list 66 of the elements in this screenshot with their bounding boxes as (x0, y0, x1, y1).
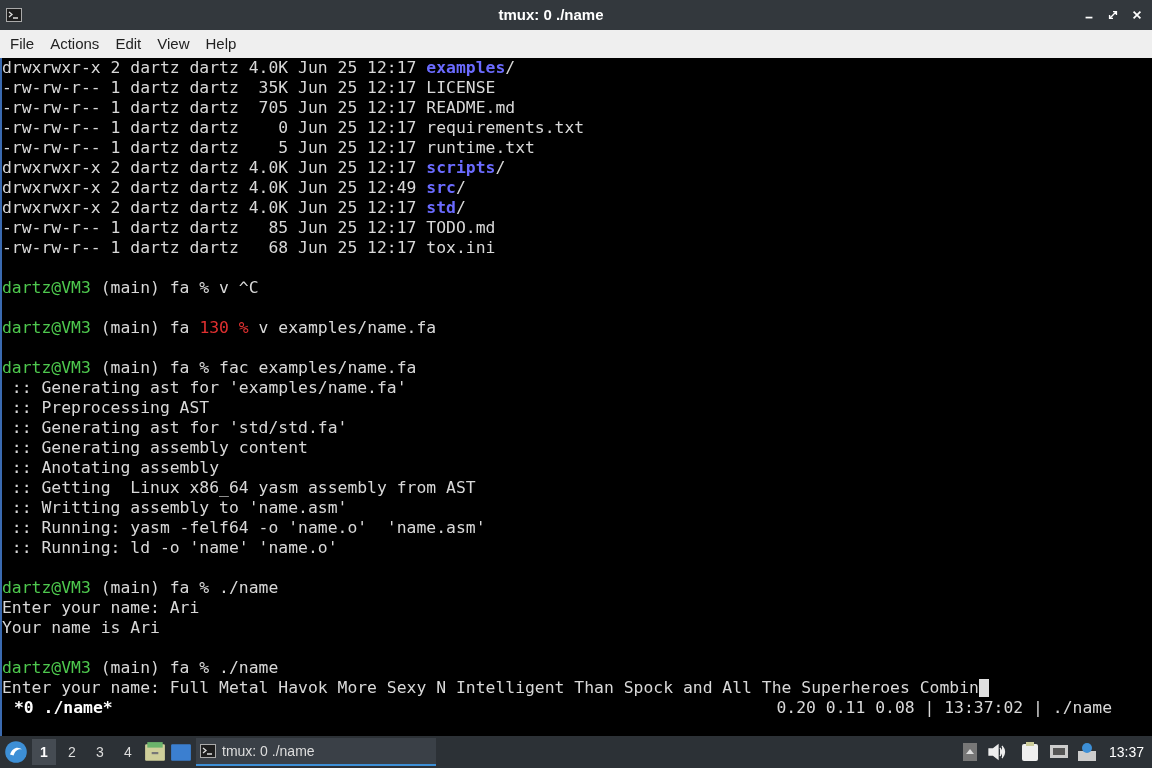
terminal-text: Enter your name: Full Metal Havok More Sexy N Intelligent Than Spock and All The Superheroes Combin (2, 678, 979, 698)
window-title: tmux: 0 ./name (498, 4, 604, 25)
terminal-text: (main) fa % fac examples/name.fa (99, 358, 417, 378)
terminal-text: Your name is Ari (2, 618, 160, 638)
terminal-text: -rw-rw-r-- 1 dartz dartz 68 Jun 25 12:17 tox.ini (2, 238, 496, 258)
terminal-text: / (455, 178, 466, 198)
menu-item[interactable]: Actions (42, 32, 108, 56)
directory-name: scripts (426, 158, 496, 178)
terminal-text: :: Writting assembly to 'name.asm' (10, 498, 348, 518)
terminal-text: drwxrwxr-x 2 dartz dartz 4.0K Jun 25 12:17 (2, 198, 418, 218)
terminal-text: / (495, 158, 506, 178)
menu-item[interactable]: View (149, 32, 198, 56)
terminal-text: :: Running: yasm -felf64 -o 'name.o' 'name.asm' (10, 518, 486, 538)
exit-code: 130 % (199, 318, 249, 338)
terminal-text: Enter your name: Ari (2, 598, 200, 618)
workspace-button[interactable]: 3 (88, 739, 112, 765)
menu-item[interactable]: Edit (107, 32, 150, 56)
terminal-text: :: Getting Linux x86_64 yasm assembly from AST (10, 478, 476, 498)
volume-icon[interactable] (986, 742, 1007, 762)
terminal-text: -rw-rw-r-- 1 dartz dartz 5 Jun 25 12:17 runtime.txt (2, 138, 535, 158)
terminal-text: :: Generating ast for 'std/std.fa' (10, 418, 348, 438)
terminal-text: (main) fa % v ^C (99, 278, 259, 298)
maximize-button[interactable] (1107, 9, 1119, 21)
terminal-text: drwxrwxr-x 2 dartz dartz 4.0K Jun 25 12:49 (2, 178, 418, 198)
tmux-status-info: 0.20 0.11 0.08 | 13:37:02 | ./name (776, 698, 1112, 718)
terminal-text: :: Preprocessing AST (10, 398, 210, 418)
workspace-button[interactable]: 1 (32, 739, 56, 765)
terminal-icon (6, 8, 22, 22)
prompt-user: dartz@VM3 (2, 658, 91, 678)
terminal-text: (main) fa % ./name (99, 658, 279, 678)
prompt-user: dartz@VM3 (2, 278, 91, 298)
close-button[interactable] (1131, 9, 1143, 21)
prompt-user: dartz@VM3 (2, 578, 91, 598)
terminal-text: -rw-rw-r-- 1 dartz dartz 35K Jun 25 12:17 LICENSE (2, 78, 496, 98)
terminal-text: :: Running: ld -o 'name' 'name.o' (10, 538, 338, 558)
directory-name: examples (426, 58, 506, 78)
network-icon[interactable] (1048, 743, 1069, 761)
clipboard-icon[interactable] (1020, 742, 1039, 762)
workspace-button[interactable]: 2 (60, 739, 84, 765)
notification-icon[interactable] (1076, 742, 1097, 762)
prompt-user: dartz@VM3 (2, 358, 91, 378)
terminal-text: / (505, 58, 516, 78)
menu-item[interactable]: File (2, 32, 43, 56)
terminal-text: / (455, 198, 466, 218)
menu-item[interactable]: Help (197, 32, 245, 56)
terminal-icon (200, 744, 216, 758)
terminal-text: v examples/name.fa (257, 318, 437, 338)
terminal-text: (main) fa (99, 318, 191, 338)
workspace-button[interactable]: 4 (116, 739, 140, 765)
start-menu-icon[interactable] (4, 740, 28, 764)
terminal-text: -rw-rw-r-- 1 dartz dartz 85 Jun 25 12:17 TODO.md (2, 218, 496, 238)
file-manager-icon[interactable] (144, 742, 166, 762)
terminal-text: -rw-rw-r-- 1 dartz dartz 705 Jun 25 12:17 README.md (2, 98, 516, 118)
tmux-window-label: *0 ./name* (14, 698, 113, 718)
terminal-text: :: Generating ast for 'examples/name.fa' (10, 378, 407, 398)
terminal-text: :: Generating assembly content (10, 438, 308, 458)
directory-name: src (426, 178, 456, 198)
directory-name: std (426, 198, 456, 218)
terminal-text: :: Anotating assembly (10, 458, 220, 478)
taskbar-window-button[interactable]: tmux: 0 ./name (196, 738, 436, 766)
terminal-text: drwxrwxr-x 2 dartz dartz 4.0K Jun 25 12:17 (2, 58, 418, 78)
terminal-text: (main) fa % ./name (99, 578, 279, 598)
prompt-user: dartz@VM3 (2, 318, 91, 338)
terminal-text: drwxrwxr-x 2 dartz dartz 4.0K Jun 25 12:17 (2, 158, 418, 178)
clock[interactable]: 13:37 (1108, 741, 1144, 763)
terminal-text: -rw-rw-r-- 1 dartz dartz 0 Jun 25 12:17 requirements.txt (2, 118, 585, 138)
